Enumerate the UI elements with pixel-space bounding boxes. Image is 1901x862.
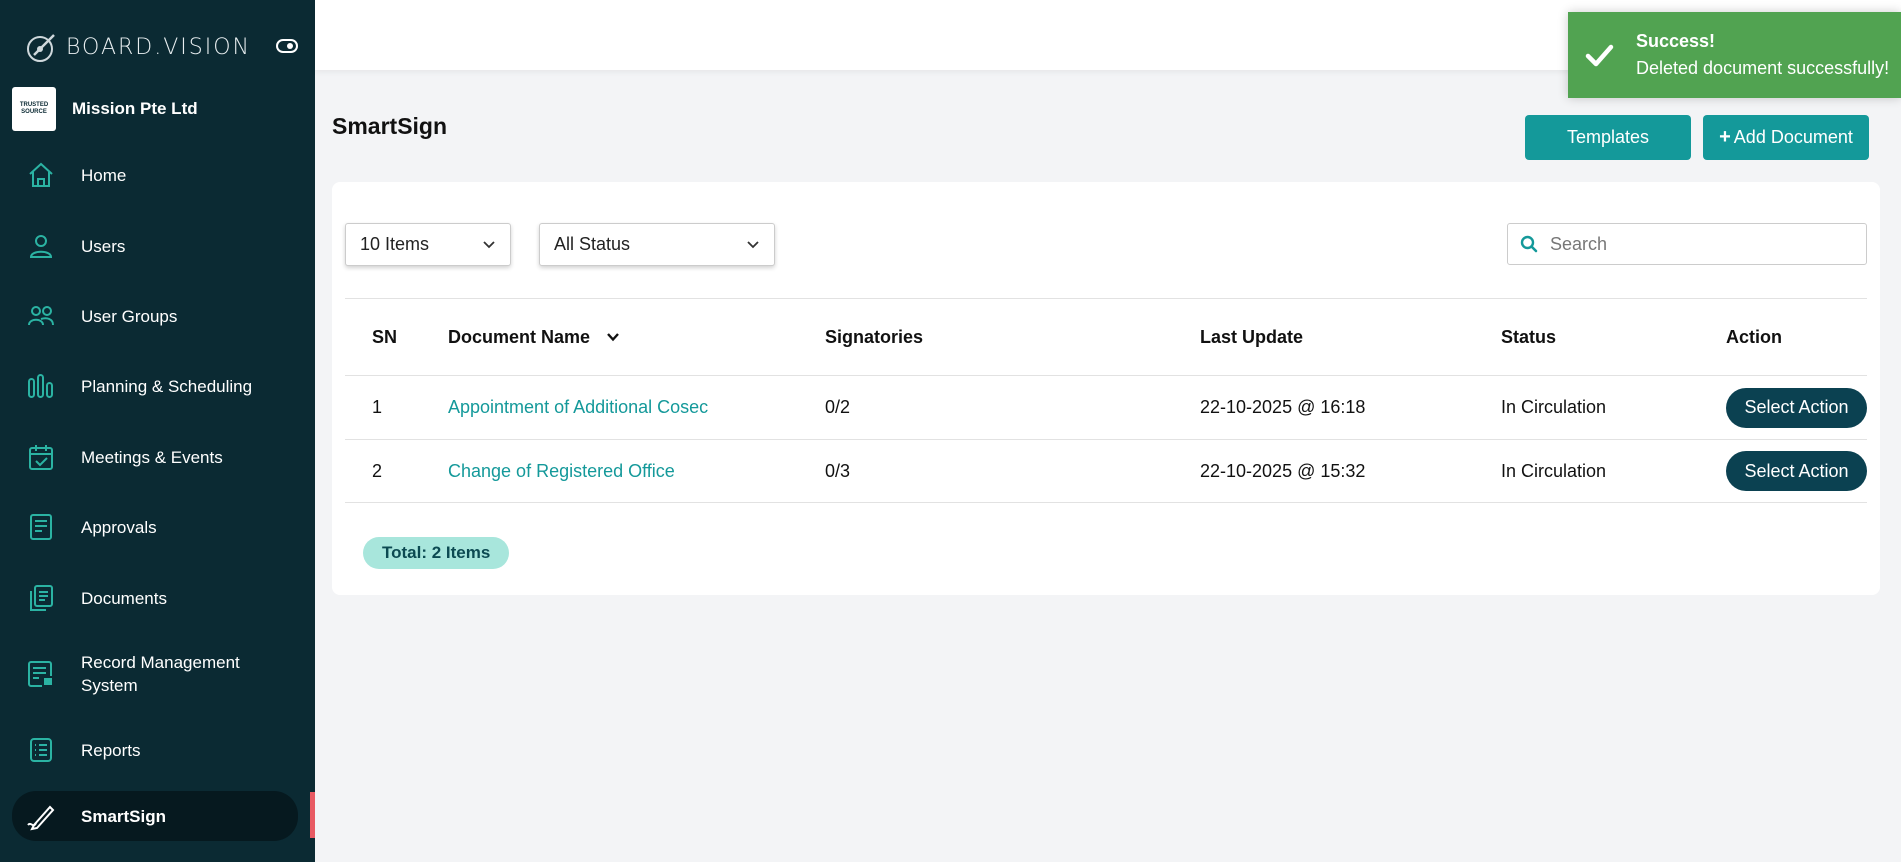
status-filter-select[interactable]: All Status [539, 223, 775, 266]
sidebar-item-documents[interactable]: Documents [12, 574, 298, 622]
brand-name: BOARD.VISION [66, 34, 251, 60]
table-row: 1 Appointment of Additional Cosec 0/2 22… [345, 375, 1867, 439]
document-link[interactable]: Appointment of Additional Cosec [448, 397, 708, 418]
sidebar-item-record-management[interactable]: Record Management System [12, 648, 298, 700]
table-row: 2 Change of Registered Office 0/3 22-10-… [345, 439, 1867, 503]
sidebar-item-home[interactable]: Home [12, 151, 298, 199]
sidebar-item-label-line2: System [81, 676, 138, 695]
status-filter-value: All Status [554, 234, 631, 254]
document-link[interactable]: Change of Registered Office [448, 461, 675, 482]
search-icon [1520, 235, 1538, 253]
sidebar-item-label-line1: Record Management [81, 653, 240, 672]
header-document-name-label: Document Name [448, 326, 591, 347]
header-last-update: Last Update [1200, 326, 1304, 347]
sidebar-item-planning-scheduling[interactable]: Planning & Scheduling [12, 362, 298, 410]
document-icon [26, 512, 56, 542]
record-icon [26, 659, 56, 689]
chevron-down-icon [483, 241, 495, 249]
checkmark-icon [1585, 44, 1614, 67]
sidebar: BOARD.VISION TRUSTED SOURCE Mission Pte … [0, 0, 315, 862]
brand[interactable]: BOARD.VISION [24, 28, 251, 66]
row-status: In Circulation [1501, 397, 1607, 417]
bar-chart-icon [26, 371, 56, 401]
sidebar-item-label: Documents [81, 588, 167, 608]
row-action-cell: Select Action [1726, 451, 1867, 491]
row-last-update: 22-10-2025 @ 16:18 [1200, 397, 1366, 417]
row-signatories: 0/3 [825, 460, 851, 481]
row-action-cell: Select Action [1726, 387, 1867, 428]
documents-icon [26, 583, 56, 613]
items-per-page-value: 10 Items [360, 234, 430, 254]
select-action-button[interactable]: Select Action [1726, 451, 1867, 491]
table-header: SN Document Name Signatories Last Update… [345, 298, 1867, 375]
users-icon [26, 301, 56, 331]
row-sn: 2 [372, 460, 383, 481]
org-name: Mission Pte Ltd [72, 99, 198, 118]
sidebar-item-approvals[interactable]: Approvals [12, 503, 298, 551]
header-sn: SN [372, 326, 398, 347]
org-logo: TRUSTED SOURCE [12, 87, 56, 131]
sidebar-item-user-groups[interactable]: User Groups [12, 292, 298, 340]
row-status: In Circulation [1501, 460, 1607, 481]
sidebar-item-smartsign[interactable]: SmartSign [12, 791, 298, 841]
home-icon [26, 160, 56, 190]
sidebar-item-label: Users [81, 236, 126, 256]
row-last-update: 22-10-2025 @ 15:32 [1200, 460, 1366, 481]
sidebar-item-label: Approvals [81, 517, 157, 537]
toast-message: Deleted document successfully! [1636, 58, 1890, 78]
sidebar-item-users[interactable]: Users [12, 222, 298, 270]
add-document-label: Add Document [1733, 127, 1853, 147]
total-items-badge: Total: 2 Items [363, 537, 510, 569]
active-item-marker [310, 792, 315, 838]
header-action: Action [1726, 326, 1782, 347]
sidebar-item-label: Record Management System [81, 651, 240, 697]
row-signatories: 0/2 [825, 397, 851, 417]
search-input[interactable] [1550, 233, 1850, 255]
sidebar-item-label: Home [81, 165, 127, 185]
sidebar-item-reports[interactable]: Reports [12, 726, 298, 774]
select-action-button[interactable]: Select Action [1726, 387, 1867, 428]
toast-title: Success! [1636, 31, 1716, 51]
header-status: Status [1501, 326, 1557, 347]
sidebar-item-label: User Groups [81, 306, 178, 326]
documents-card: 10 Items All Status SN Document Name Sig… [332, 182, 1880, 595]
search-box[interactable] [1507, 223, 1867, 265]
sidebar-item-label: SmartSign [81, 806, 167, 826]
sidebar-item-label: Reports [81, 740, 141, 760]
sidebar-item-label: Planning & Scheduling [81, 376, 253, 396]
user-icon [26, 231, 56, 261]
sidebar-item-label: Meetings & Events [81, 447, 223, 467]
calendar-check-icon [26, 442, 56, 472]
header-signatories: Signatories [825, 326, 924, 347]
add-document-button[interactable]: + Add Document [1703, 115, 1869, 160]
items-per-page-select[interactable]: 10 Items [345, 223, 511, 266]
header-document-name[interactable]: Document Name [448, 327, 620, 348]
board-vision-logo-icon [27, 34, 55, 62]
pen-icon [26, 801, 56, 831]
row-sn: 1 [372, 397, 383, 417]
list-icon [26, 735, 56, 765]
toast-content: Success! Deleted document successfully! [1636, 31, 1889, 79]
organization-switcher[interactable]: TRUSTED SOURCE Mission Pte Ltd [12, 87, 198, 131]
org-logo-line2: SOURCE [21, 109, 47, 115]
chevron-down-icon [747, 241, 759, 249]
templates-button[interactable]: Templates [1525, 115, 1691, 160]
sidebar-toggle-icon[interactable] [276, 38, 298, 54]
page-title: SmartSign [332, 113, 448, 139]
plus-icon: + [1719, 126, 1731, 148]
org-logo-line1: TRUSTED [19, 102, 49, 108]
sidebar-item-meetings-events[interactable]: Meetings & Events [12, 433, 298, 481]
success-toast[interactable]: Success! Deleted document successfully! [1568, 12, 1901, 98]
sort-chevron-down-icon[interactable] [606, 330, 620, 344]
